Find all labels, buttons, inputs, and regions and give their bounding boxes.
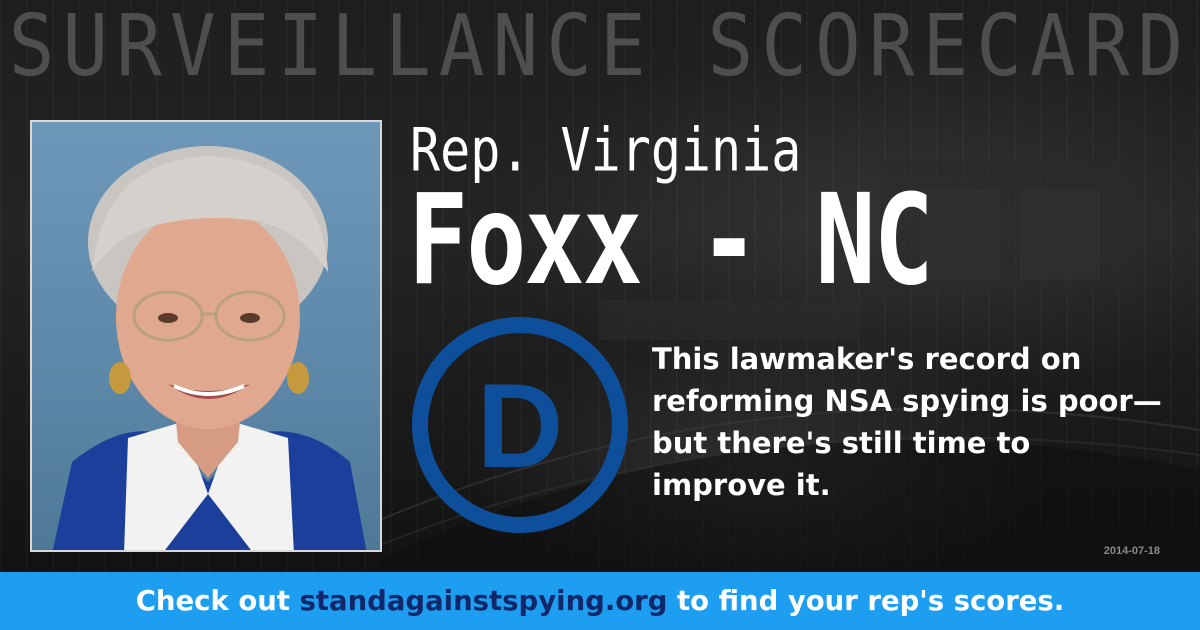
footer-call-to-action: Check out standagainstspying.org to find… (0, 572, 1200, 630)
party-letter: D (477, 359, 564, 493)
standagainstspying-link[interactable]: standagainstspying.org (300, 585, 668, 617)
representative-portrait (30, 120, 382, 552)
scorecard-banner-title: SURVEILLANCE SCORECARD (8, 0, 1192, 96)
representative-name-state: Foxx - NC (408, 166, 934, 313)
footer-prefix: Check out (135, 585, 300, 617)
scorecard-date: 2014-07-18 (1103, 545, 1160, 557)
democratic-party-icon: D (412, 317, 628, 533)
footer-suffix: to find your rep's scores. (667, 585, 1065, 617)
portrait-illustration (52, 146, 367, 550)
record-summary: This lawmaker's record on reforming NSA … (652, 342, 1162, 502)
